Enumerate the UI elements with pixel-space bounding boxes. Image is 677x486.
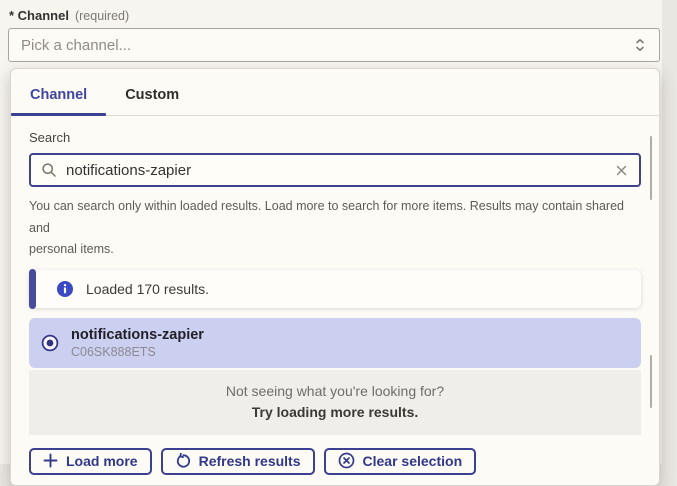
- search-help-text: You can search only within loaded result…: [29, 196, 641, 261]
- option-title: notifications-zapier: [71, 327, 204, 343]
- dropdown-actions: Load more Refresh results Clear selectio…: [29, 448, 641, 475]
- dropdown-body: Search You can search only within loaded…: [11, 130, 659, 475]
- plus-icon: [43, 453, 58, 468]
- channel-option-selected[interactable]: notifications-zapier C06SK888ETS: [29, 318, 641, 368]
- load-more-label: Load more: [66, 453, 138, 469]
- channel-field-label: * Channel: [9, 8, 69, 23]
- search-label: Search: [29, 130, 641, 145]
- search-help-line-1: You can search only within loaded result…: [29, 196, 641, 239]
- alert-text: Loaded 170 results.: [86, 281, 209, 297]
- loaded-results-alert: Loaded 170 results.: [29, 270, 641, 308]
- magnifier-icon: [41, 162, 57, 178]
- option-texts: notifications-zapier C06SK888ETS: [71, 327, 204, 359]
- search-box: [29, 153, 641, 187]
- refresh-icon: [175, 453, 191, 469]
- channel-select[interactable]: Pick a channel...: [8, 28, 660, 62]
- x-circle-icon: [338, 452, 355, 469]
- panel-scrollbar[interactable]: [650, 79, 652, 475]
- search-help-line-2: personal items.: [29, 239, 641, 261]
- not-seeing-hint: Not seeing what you're looking for? Try …: [29, 370, 641, 435]
- option-id: C06SK888ETS: [71, 345, 204, 359]
- clear-search-button[interactable]: [614, 163, 629, 178]
- info-icon: [56, 280, 74, 298]
- tab-custom[interactable]: Custom: [106, 87, 198, 115]
- scrollbar-thumb[interactable]: [650, 136, 652, 200]
- hint-line-2: Try loading more results.: [29, 404, 641, 420]
- hint-line-1: Not seeing what you're looking for?: [29, 383, 641, 399]
- channel-field-label-row: * Channel (required): [9, 8, 129, 23]
- alert-accent-bar: [29, 269, 36, 309]
- required-note: (required): [75, 9, 129, 23]
- tab-channel[interactable]: Channel: [11, 87, 106, 115]
- clear-selection-button[interactable]: Clear selection: [324, 448, 477, 475]
- x-icon: [614, 163, 629, 178]
- channel-dropdown-panel: Channel Custom Search You can search onl…: [10, 68, 660, 486]
- channel-select-placeholder: Pick a channel...: [21, 37, 633, 54]
- clear-selection-label: Clear selection: [363, 453, 463, 469]
- search-input[interactable]: [66, 162, 605, 179]
- refresh-results-label: Refresh results: [199, 453, 301, 469]
- scrollbar-thumb[interactable]: [650, 355, 652, 408]
- dropdown-tabs: Channel Custom: [11, 69, 659, 116]
- updown-chevron-icon: [633, 36, 647, 54]
- refresh-results-button[interactable]: Refresh results: [161, 448, 315, 475]
- radio-selected-icon[interactable]: [41, 334, 59, 352]
- load-more-button[interactable]: Load more: [29, 448, 152, 475]
